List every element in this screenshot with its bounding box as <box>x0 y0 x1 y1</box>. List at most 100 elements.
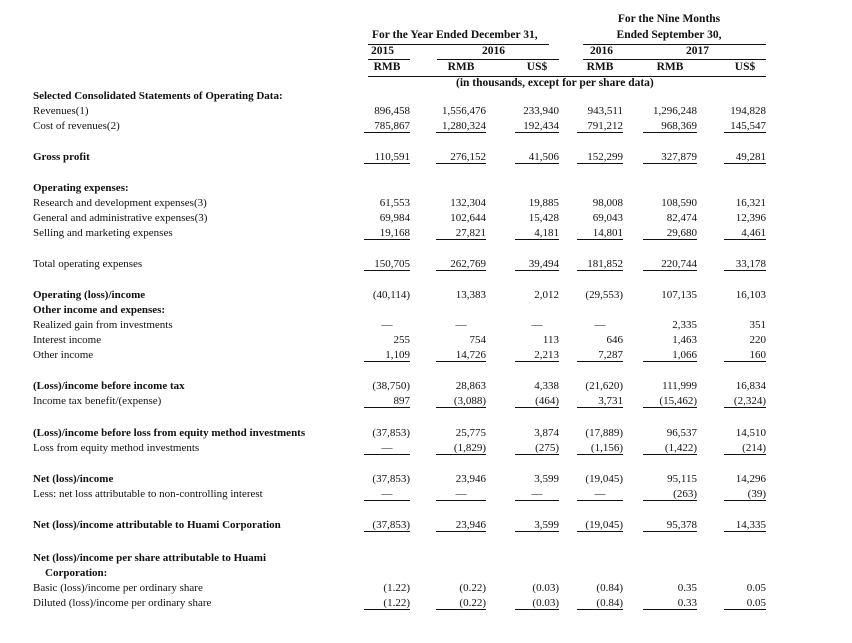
table-cell: 968,369 <box>643 120 697 133</box>
table-cell: (19,045) <box>585 473 623 485</box>
table-cell: (21,620) <box>585 380 623 392</box>
currency-header: RMB <box>656 61 684 73</box>
row-label: Less: net loss attributable to non-contr… <box>33 488 263 500</box>
row-label: (Loss)/income before income tax <box>33 380 185 392</box>
table-cell: 3,599 <box>534 473 559 485</box>
table-cell: — <box>436 488 486 501</box>
row-label: Gross profit <box>33 151 90 163</box>
table-cell: 943,511 <box>587 105 623 117</box>
table-cell: (1,829) <box>436 442 486 455</box>
row-label: Realized gain from investments <box>33 319 173 331</box>
table-cell: 220,744 <box>643 258 697 271</box>
table-cell: 785,867 <box>364 120 410 133</box>
table-cell: — <box>577 488 623 501</box>
table-cell: (464) <box>515 395 559 408</box>
row-label: Net (loss)/income <box>33 473 114 485</box>
table-cell: (38,750) <box>372 380 410 392</box>
table-cell: 7,287 <box>577 349 623 362</box>
table-cell: 0.05 <box>746 582 766 594</box>
table-cell: 897 <box>364 395 410 408</box>
table-cell: (2,324) <box>724 395 766 408</box>
table-cell: 1,296,248 <box>653 105 697 117</box>
row-label: Net (loss)/income per share attributable… <box>33 552 267 564</box>
table-cell: 110,591 <box>364 151 410 164</box>
table-cell: (1,422) <box>643 442 697 455</box>
table-cell: (17,889) <box>585 427 623 439</box>
table-cell: — <box>594 319 606 331</box>
table-cell: 233,940 <box>523 105 559 117</box>
table-cell: (275) <box>515 442 559 455</box>
year-ended-header: For the Year Ended December 31, <box>372 29 538 41</box>
table-cell: — <box>364 488 410 501</box>
table-cell: 3,874 <box>534 427 559 439</box>
table-cell: (37,853) <box>372 473 410 485</box>
table-cell: 111,999 <box>662 380 697 392</box>
year-2016b-header: 2016 <box>590 45 613 57</box>
table-cell: (214) <box>724 442 766 455</box>
table-cell: 2,012 <box>534 289 559 301</box>
table-cell: — <box>381 319 393 331</box>
row-label: Cost of revenues(2) <box>33 120 120 132</box>
table-cell: 19,168 <box>364 227 410 240</box>
table-cell: 150,705 <box>364 258 410 271</box>
table-cell: 152,299 <box>577 151 623 164</box>
year-2017-header: 2017 <box>686 45 709 57</box>
table-cell: 3,731 <box>577 395 623 408</box>
table-cell: 96,537 <box>666 427 697 439</box>
currency-header: RMB <box>447 61 475 73</box>
table-cell: 132,304 <box>450 197 486 209</box>
table-cell: 194,828 <box>730 105 766 117</box>
table-cell: 4,181 <box>515 227 559 240</box>
nine-months-header-line2: Ended September 30, <box>616 29 722 41</box>
row-label: Total operating expenses <box>33 258 143 270</box>
currency-header: RMB <box>586 61 614 73</box>
table-cell: — <box>364 442 410 455</box>
units-note: (in thousands, except for per share data… <box>456 77 654 89</box>
table-cell: (0.22) <box>436 597 486 610</box>
table-cell: 3,599 <box>515 519 559 532</box>
table-cell: (3,088) <box>436 395 486 408</box>
table-cell: 23,946 <box>455 473 486 485</box>
row-label: General and administrative expenses(3) <box>33 212 208 224</box>
table-cell: 14,726 <box>436 349 486 362</box>
table-cell: 160 <box>724 349 766 362</box>
table-cell: 82,474 <box>666 212 697 224</box>
row-label: Other income <box>33 349 94 361</box>
table-cell: 4,461 <box>724 227 766 240</box>
table-cell: 0.33 <box>643 597 697 610</box>
table-cell: 113 <box>542 334 559 346</box>
row-label: Research and development expenses(3) <box>33 197 207 209</box>
table-cell: 102,644 <box>450 212 486 224</box>
table-cell: 1,556,476 <box>442 105 486 117</box>
row-label: Corporation: <box>45 567 108 579</box>
row-label: Revenues(1) <box>33 105 89 117</box>
table-cell: 41,506 <box>515 151 559 164</box>
table-cell: 33,178 <box>724 258 766 271</box>
table-cell: 16,103 <box>735 289 766 301</box>
table-cell: 0.35 <box>677 582 697 594</box>
table-cell: 98,008 <box>592 197 623 209</box>
table-cell: 39,494 <box>515 258 559 271</box>
table-cell: 69,984 <box>379 212 410 224</box>
row-label: Operating (loss)/income <box>33 289 146 301</box>
row-label: Operating expenses: <box>33 182 129 194</box>
year-2015-header: 2015 <box>371 45 394 57</box>
row-label: (Loss)/income before loss from equity me… <box>33 427 306 439</box>
table-cell: (1,156) <box>577 442 623 455</box>
table-cell: 220 <box>749 334 767 346</box>
table-cell: — <box>515 488 559 501</box>
table-cell: (19,045) <box>577 519 623 532</box>
table-cell: 327,879 <box>643 151 697 164</box>
table-cell: 61,553 <box>379 197 410 209</box>
row-label: Interest income <box>33 334 102 346</box>
table-cell: 12,396 <box>735 212 766 224</box>
table-cell: 1,066 <box>643 349 697 362</box>
table-cell: (0.84) <box>596 582 623 594</box>
table-cell: 1,109 <box>364 349 410 362</box>
table-cell: 16,834 <box>735 380 766 392</box>
table-cell: (29,553) <box>585 289 623 301</box>
row-label: Other income and expenses: <box>33 304 166 316</box>
table-cell: 14,335 <box>724 519 766 532</box>
table-cell: 69,043 <box>592 212 623 224</box>
table-cell: 646 <box>606 334 624 346</box>
